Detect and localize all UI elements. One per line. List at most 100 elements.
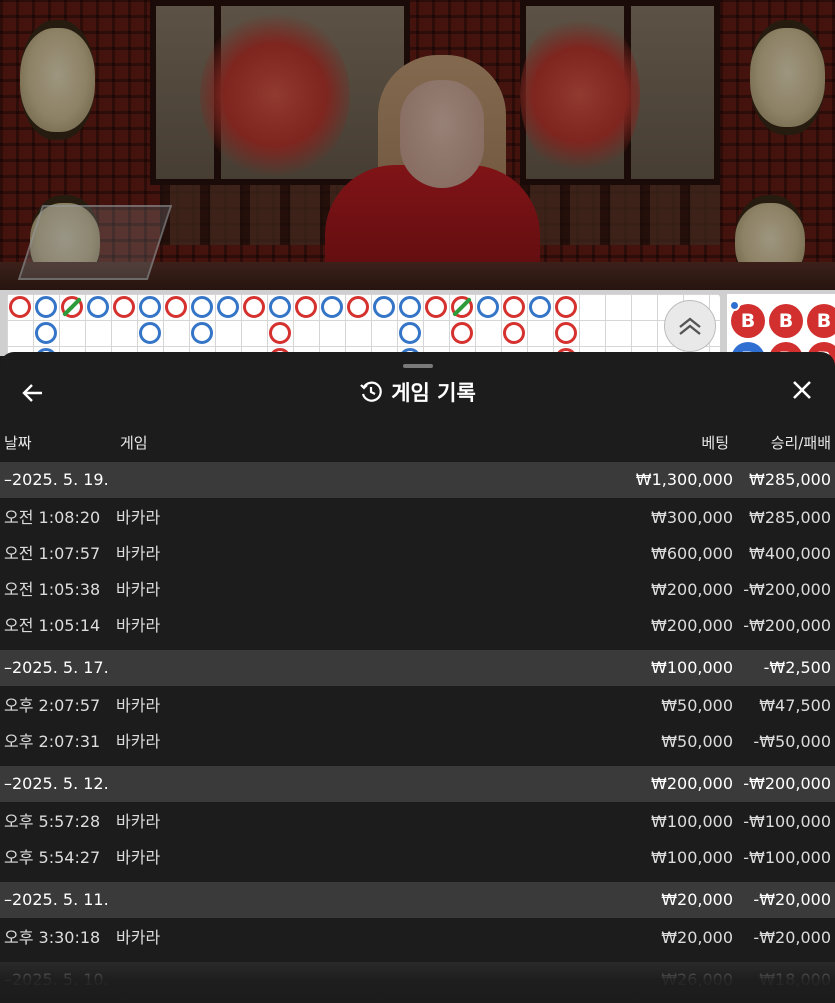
page-title: 게임 기록 xyxy=(0,378,835,412)
banker-ring xyxy=(269,322,291,344)
banker-ring xyxy=(113,296,135,318)
history-row[interactable]: 오후 2:07:31 바카라 ₩50,000 -₩50,000 xyxy=(0,724,835,760)
row-time: 오후 2:07:57 xyxy=(4,696,101,715)
column-header-bet: 베팅 xyxy=(701,434,729,452)
column-header-date: 날짜 xyxy=(4,434,32,452)
history-row[interactable]: 오후 2:07:57 바카라 ₩50,000 ₩47,500 xyxy=(0,688,835,724)
expand-roadmap-button[interactable] xyxy=(664,300,716,352)
row-time: 오후 5:54:27 xyxy=(4,848,101,867)
player-ring xyxy=(139,322,161,344)
row-time: 오후 5:57:28 xyxy=(4,812,101,831)
row-bet: ₩50,000 xyxy=(661,732,733,751)
row-result: ₩47,500 xyxy=(759,696,831,715)
date-group-header[interactable]: –2025. 5. 19. ₩1,300,000 ₩285,000 xyxy=(0,462,835,498)
row-result: -₩100,000 xyxy=(743,812,831,831)
banker-ring xyxy=(295,296,317,318)
date-group-header[interactable]: –2025. 5. 17. ₩100,000 -₩2,500 xyxy=(0,650,835,686)
row-bet: ₩300,000 xyxy=(651,508,733,527)
player-ring xyxy=(35,296,57,318)
row-game: 바카라 xyxy=(116,580,161,599)
row-time: 오전 1:05:14 xyxy=(4,616,101,635)
banker-ring xyxy=(503,322,525,344)
history-row[interactable]: 오전 1:08:20 바카라 ₩300,000 ₩285,000 xyxy=(0,500,835,536)
group-bet-total: ₩100,000 xyxy=(651,658,733,677)
history-list: –2025. 5. 19. ₩1,300,000 ₩285,000 오전 1:08:2… xyxy=(0,462,835,1000)
group-date: –2025. 5. 11. xyxy=(4,890,109,909)
game-history-sheet: 게임 기록 날짜 게임 베팅 승리/패배 –2025. 5. 19. ₩1,300… xyxy=(0,352,835,1003)
double-chevron-up-icon xyxy=(679,317,701,335)
group-bet-total: ₩20,000 xyxy=(661,890,733,909)
row-game: 바카라 xyxy=(116,848,161,867)
video-overlay xyxy=(0,0,835,290)
close-button[interactable] xyxy=(787,378,817,408)
banker-ring xyxy=(555,296,577,318)
banker-ring xyxy=(503,296,525,318)
player-ring xyxy=(373,296,395,318)
sheet-grabber[interactable] xyxy=(403,364,433,368)
row-game: 바카라 xyxy=(116,616,161,635)
close-icon xyxy=(793,381,811,399)
player-ring xyxy=(217,296,239,318)
row-time: 오후 3:30:18 xyxy=(4,928,101,947)
group-result-total: ₩285,000 xyxy=(749,470,831,489)
row-bet: ₩50,000 xyxy=(661,696,733,715)
banker-ring xyxy=(347,296,369,318)
row-game: 바카라 xyxy=(116,696,161,715)
sheet-header: 게임 기록 xyxy=(0,372,835,416)
row-result: -₩20,000 xyxy=(753,928,831,947)
page-title-text: 게임 기록 xyxy=(391,381,476,405)
row-time: 오전 1:08:20 xyxy=(4,508,101,527)
history-row[interactable]: 오전 1:07:57 바카라 ₩600,000 ₩400,000 xyxy=(0,536,835,572)
row-game: 바카라 xyxy=(116,928,161,947)
history-row[interactable]: 오후 5:54:27 바카라 ₩100,000 -₩100,000 xyxy=(0,840,835,876)
player-ring xyxy=(35,322,57,344)
banker-bead: B xyxy=(807,304,835,338)
player-ring xyxy=(399,296,421,318)
history-row[interactable]: 오후 5:57:28 바카라 ₩100,000 -₩100,000 xyxy=(0,804,835,840)
row-result: -₩50,000 xyxy=(753,732,831,751)
date-group-header[interactable]: –2025. 5. 12. ₩200,000 -₩200,000 xyxy=(0,766,835,802)
group-result-total: -₩2,500 xyxy=(763,658,831,677)
player-ring xyxy=(191,296,213,318)
row-bet: ₩20,000 xyxy=(661,928,733,947)
history-row[interactable]: 오전 1:05:14 바카라 ₩200,000 -₩200,000 xyxy=(0,608,835,644)
row-time: 오후 2:07:31 xyxy=(4,732,101,751)
row-bet: ₩100,000 xyxy=(651,848,733,867)
group-bet-total: ₩200,000 xyxy=(651,774,733,793)
pair-marker xyxy=(729,300,740,311)
row-game: 바카라 xyxy=(116,732,161,751)
player-ring xyxy=(321,296,343,318)
row-result: ₩400,000 xyxy=(749,544,831,563)
row-game: 바카라 xyxy=(116,812,161,831)
group-bet-total: ₩1,300,000 xyxy=(635,470,733,489)
group-bet-total: ₩26,000 xyxy=(661,970,733,989)
group-date: –2025. 5. 17. xyxy=(4,658,109,677)
row-result: -₩200,000 xyxy=(743,616,831,635)
bead-road xyxy=(7,294,720,370)
banker-ring xyxy=(425,296,447,318)
player-ring xyxy=(529,296,551,318)
player-ring xyxy=(477,296,499,318)
group-date: –2025. 5. 12. xyxy=(4,774,109,793)
row-bet: ₩100,000 xyxy=(651,812,733,831)
history-row[interactable]: 오후 3:30:18 바카라 ₩20,000 -₩20,000 xyxy=(0,920,835,956)
row-time: 오전 1:07:57 xyxy=(4,544,101,563)
group-result-total: -₩20,000 xyxy=(753,890,831,909)
road-map: BBBPBB xyxy=(0,290,835,376)
row-bet: ₩200,000 xyxy=(651,580,733,599)
player-ring xyxy=(269,296,291,318)
column-headers: 날짜 게임 베팅 승리/패배 xyxy=(0,432,835,454)
date-group-header[interactable]: –2025. 5. 10. ₩26,000 ₩18,000 xyxy=(0,962,835,998)
live-video xyxy=(0,0,835,290)
banker-ring xyxy=(243,296,265,318)
banker-ring xyxy=(165,296,187,318)
group-date: –2025. 5. 19. xyxy=(4,470,109,489)
column-header-win-loss: 승리/패배 xyxy=(770,434,831,452)
date-group-header[interactable]: –2025. 5. 11. ₩20,000 -₩20,000 xyxy=(0,882,835,918)
player-ring xyxy=(191,322,213,344)
row-result: ₩285,000 xyxy=(749,508,831,527)
row-time: 오전 1:05:38 xyxy=(4,580,101,599)
banker-ring xyxy=(451,322,473,344)
row-result: -₩100,000 xyxy=(743,848,831,867)
history-row[interactable]: 오전 1:05:38 바카라 ₩200,000 -₩200,000 xyxy=(0,572,835,608)
